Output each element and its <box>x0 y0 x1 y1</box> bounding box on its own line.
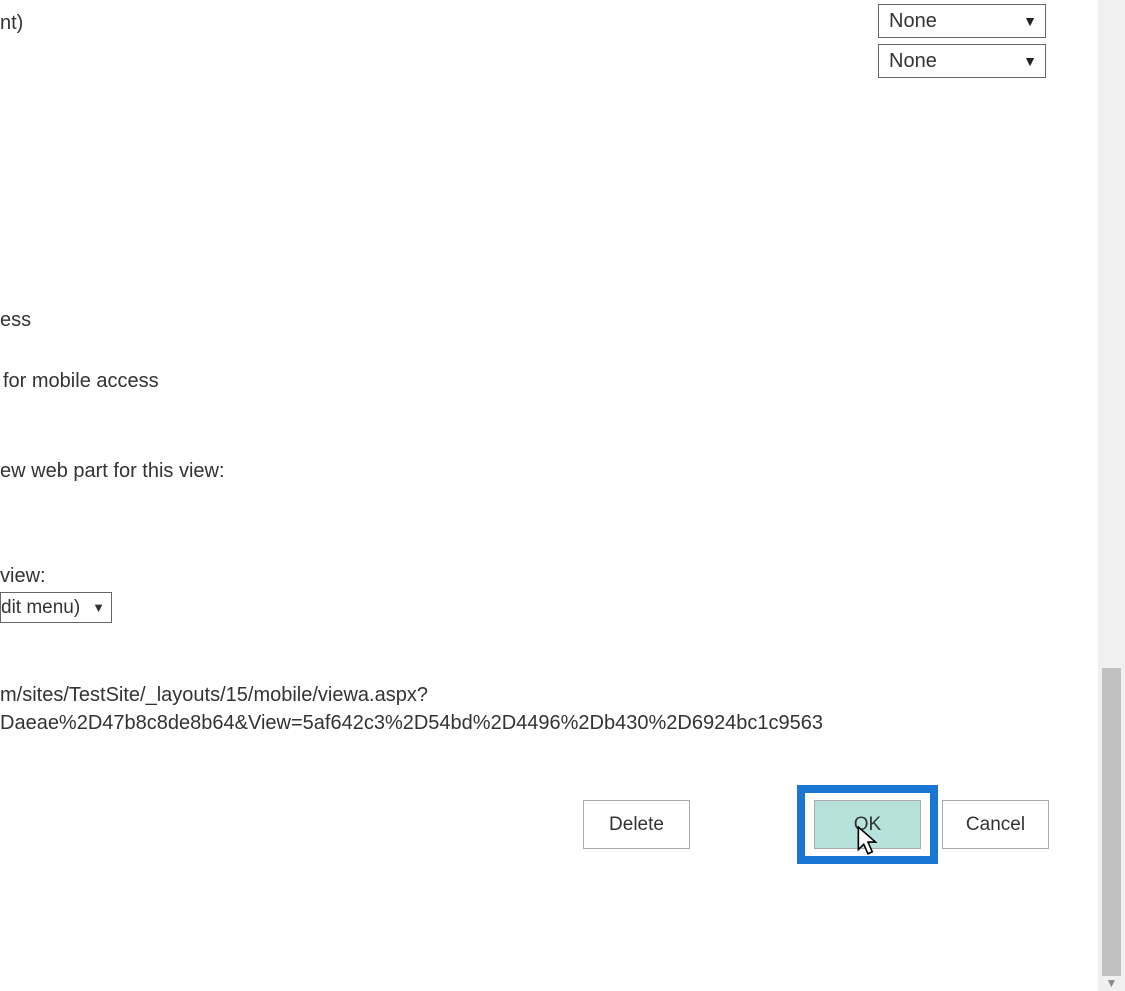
scrollbar-thumb[interactable] <box>1102 668 1121 976</box>
cancel-button[interactable]: Cancel <box>942 800 1049 849</box>
ok-button[interactable]: OK <box>814 800 921 849</box>
delete-button[interactable]: Delete <box>583 800 690 849</box>
label-web-part: ew web part for this view: <box>0 460 225 483</box>
mobile-url-line-1: m/sites/TestSite/_layouts/15/mobile/view… <box>0 684 428 707</box>
fragment-nt: nt) <box>0 12 23 35</box>
mobile-url-line-2: Daeae%2D47b8c8de8b64&View=5af642c3%2D54b… <box>0 712 823 735</box>
sort-column-select-2-value: None <box>889 50 937 73</box>
view-settings-page: nt) None ▼ None ▼ ess for mobile access … <box>0 0 1098 991</box>
edit-menu-select-value: dit menu) <box>1 597 80 619</box>
ok-button-highlight: OK <box>797 785 938 864</box>
fragment-ess: ess <box>0 309 31 332</box>
scrollbar-down-arrow-icon[interactable]: ▼ <box>1102 977 1121 989</box>
label-mobile-access: for mobile access <box>3 370 159 393</box>
label-this-view: view: <box>0 565 46 588</box>
chevron-down-icon: ▼ <box>92 600 105 615</box>
sort-column-select-1-value: None <box>889 10 937 33</box>
chevron-down-icon: ▼ <box>1023 53 1037 69</box>
sort-column-select-2[interactable]: None ▼ <box>878 44 1046 78</box>
dialog-button-row: Delete OK Cancel <box>0 800 1049 850</box>
edit-menu-select[interactable]: dit menu) ▼ <box>0 592 112 623</box>
sort-column-select-1[interactable]: None ▼ <box>878 4 1046 38</box>
chevron-down-icon: ▼ <box>1023 13 1037 29</box>
